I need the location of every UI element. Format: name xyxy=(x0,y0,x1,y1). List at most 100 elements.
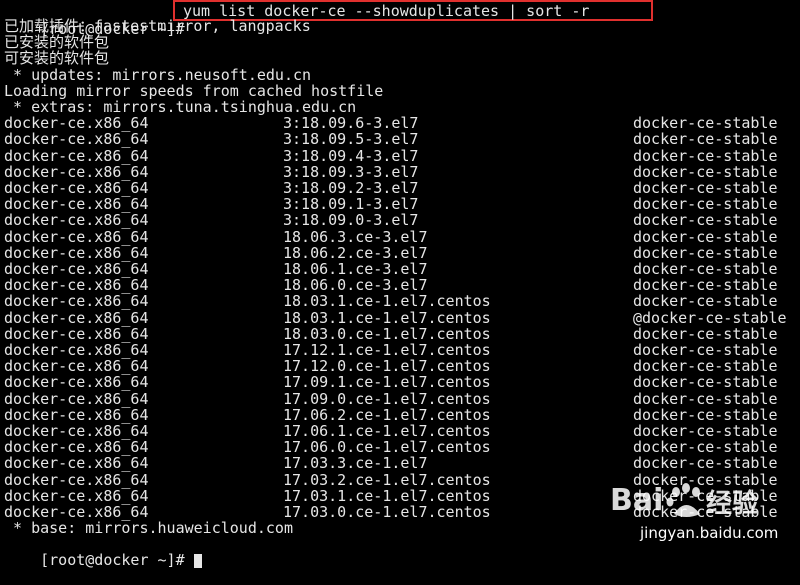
package-name: docker-ce.x86_64 xyxy=(4,470,149,489)
package-row: docker-ce.x86_64 3:18.09.1-3.el7 docker-ce… xyxy=(0,196,800,212)
package-row: docker-ce.x86_64 17.06.2.ce-1.el7.centos d… xyxy=(0,407,800,423)
watermark-url: jingyan.baidu.com xyxy=(640,524,779,542)
package-version: 3:18.09.5-3.el7 xyxy=(283,130,419,149)
package-name: docker-ce.x86_64 xyxy=(4,389,149,408)
package-name: docker-ce.x86_64 xyxy=(4,324,149,343)
package-version: 18.06.3.ce-3.el7 xyxy=(283,227,428,246)
package-version: 3:18.09.1-3.el7 xyxy=(283,195,419,214)
package-repo: docker-ce-stable xyxy=(633,373,778,392)
package-version: 17.06.1.ce-1.el7.centos xyxy=(283,422,491,440)
package-version: 18.06.0.ce-3.el7 xyxy=(283,276,428,295)
package-repo: docker-ce-stable xyxy=(633,454,778,473)
package-row: docker-ce.x86_64 3:18.09.0-3.el7 docker-ce… xyxy=(0,212,800,228)
package-row: docker-ce.x86_64 3:18.09.2-3.el7 docker-ce… xyxy=(0,180,800,196)
package-repo: docker-ce-stable xyxy=(633,130,778,149)
output-line: * updates: mirrors.neusoft.edu.cn xyxy=(4,65,312,84)
package-version: 3:18.09.2-3.el7 xyxy=(283,179,419,197)
package-row: docker-ce.x86_64 3:18.09.4-3.el7 docker-ce… xyxy=(0,148,800,164)
package-name: docker-ce.x86_64 xyxy=(4,292,149,311)
package-row: docker-ce.x86_64 17.12.1.ce-1.el7.centos d… xyxy=(0,342,800,358)
package-name: docker-ce.x86_64 xyxy=(4,260,149,278)
package-name: docker-ce.x86_64 xyxy=(4,146,149,165)
package-name: docker-ce.x86_64 xyxy=(4,130,149,149)
package-version: 3:18.09.3-3.el7 xyxy=(283,162,419,181)
package-repo: docker-ce-stable xyxy=(633,389,778,408)
package-repo: docker-ce-stable xyxy=(633,405,778,424)
cursor xyxy=(193,553,202,568)
package-row: docker-ce.x86_64 17.09.1.ce-1.el7.centos d… xyxy=(0,374,800,390)
package-version: 3:18.09.4-3.el7 xyxy=(283,146,419,165)
package-name: docker-ce.x86_64 xyxy=(4,276,149,295)
package-row: docker-ce.x86_64 18.03.0.ce-1.el7.centos d… xyxy=(0,326,800,342)
package-name: docker-ce.x86_64 xyxy=(4,243,149,262)
package-version: 18.06.1.ce-3.el7 xyxy=(283,260,428,278)
package-version: 18.03.1.ce-1.el7.centos xyxy=(283,292,491,311)
package-name: docker-ce.x86_64 xyxy=(4,486,149,505)
package-row: docker-ce.x86_64 18.06.2.ce-3.el7 docker-c… xyxy=(0,245,800,261)
package-repo: docker-ce-stable xyxy=(633,146,778,165)
package-row: docker-ce.x86_64 17.03.3.ce-1.el7 docker-c… xyxy=(0,455,800,471)
package-repo: docker-ce-stable xyxy=(633,292,778,311)
package-name: docker-ce.x86_64 xyxy=(4,211,149,230)
package-row: docker-ce.x86_64 18.06.0.ce-3.el7 docker-c… xyxy=(0,277,800,293)
package-repo: docker-ce-stable xyxy=(633,114,778,133)
package-repo: docker-ce-stable xyxy=(633,357,778,376)
package-name: docker-ce.x86_64 xyxy=(4,195,149,214)
package-name: docker-ce.x86_64 xyxy=(4,162,149,181)
package-name: docker-ce.x86_64 xyxy=(4,341,149,359)
package-repo: docker-ce-stable xyxy=(633,211,778,230)
package-name: docker-ce.x86_64 xyxy=(4,454,149,473)
package-name: docker-ce.x86_64 xyxy=(4,422,149,440)
package-version: 17.12.0.ce-1.el7.centos xyxy=(283,357,491,376)
output-footer-line: * base: mirrors.huaweicloud.com xyxy=(4,519,293,538)
package-version: 18.03.1.ce-1.el7.centos xyxy=(283,308,491,327)
package-version: 3:18.09.6-3.el7 xyxy=(283,114,419,133)
package-row: docker-ce.x86_64 18.03.1.ce-1.el7.centos d… xyxy=(0,293,800,309)
package-name: docker-ce.x86_64 xyxy=(4,373,149,392)
package-version: 17.09.1.ce-1.el7.centos xyxy=(283,373,491,392)
package-row: docker-ce.x86_64 18.06.1.ce-3.el7 docker-c… xyxy=(0,261,800,277)
package-repo: docker-ce-stable xyxy=(633,227,778,246)
package-name: docker-ce.x86_64 xyxy=(4,503,149,521)
package-version: 3:18.09.0-3.el7 xyxy=(283,211,419,230)
output-line: 已安装的软件包 xyxy=(4,33,110,52)
package-row: docker-ce.x86_64 18.03.1.ce-1.el7.centos @… xyxy=(0,310,800,326)
package-version: 17.03.1.ce-1.el7.centos xyxy=(283,486,491,505)
output-line: 可安装的软件包 xyxy=(4,49,110,68)
package-row: docker-ce.x86_64 3:18.09.6-3.el7 docker-ce… xyxy=(0,115,800,131)
package-row: docker-ce.x86_64 3:18.09.3-3.el7 docker-ce… xyxy=(0,164,800,180)
package-repo: docker-ce-stable xyxy=(633,276,778,295)
package-repo: docker-ce-stable xyxy=(633,438,778,457)
package-name: docker-ce.x86_64 xyxy=(4,438,149,457)
package-version: 17.06.2.ce-1.el7.centos xyxy=(283,405,491,424)
package-name: docker-ce.x86_64 xyxy=(4,179,149,197)
package-row: docker-ce.x86_64 17.12.0.ce-1.el7.centos d… xyxy=(0,358,800,374)
package-repo: docker-ce-stable xyxy=(633,243,778,262)
package-repo: docker-ce-stable xyxy=(633,162,778,181)
svg-text:Bai: Bai xyxy=(610,483,663,518)
output-line: Loading mirror speeds from cached hostfi… xyxy=(4,81,384,100)
package-name: docker-ce.x86_64 xyxy=(4,357,149,376)
package-name: docker-ce.x86_64 xyxy=(4,308,149,327)
package-row: docker-ce.x86_64 18.06.3.ce-3.el7 docker-c… xyxy=(0,229,800,245)
package-row: docker-ce.x86_64 3:18.09.5-3.el7 docker-ce… xyxy=(0,131,800,147)
package-version: 17.06.0.ce-1.el7.centos xyxy=(283,438,491,457)
package-version: 17.09.0.ce-1.el7.centos xyxy=(283,389,491,408)
package-repo: docker-ce-stable xyxy=(633,195,778,214)
package-version: 18.03.0.ce-1.el7.centos xyxy=(283,324,491,343)
package-repo: docker-ce-stable xyxy=(633,341,778,359)
baidu-jingyan-watermark: Bai 经验 jingyan.baidu.com xyxy=(610,478,790,548)
package-version: 17.12.1.ce-1.el7.centos xyxy=(283,341,491,359)
svg-text:经验: 经验 xyxy=(706,488,758,519)
package-row: docker-ce.x86_64 17.06.1.ce-1.el7.centos d… xyxy=(0,423,800,439)
package-repo: docker-ce-stable xyxy=(633,260,778,278)
package-version: 17.03.0.ce-1.el7.centos xyxy=(283,503,491,521)
terminal-window[interactable]: [root@docker ~]# yum list docker-ce --sh… xyxy=(0,0,800,568)
prompt-line-current[interactable]: [root@docker ~]# xyxy=(4,536,202,568)
package-row: docker-ce.x86_64 17.06.0.ce-1.el7.centos d… xyxy=(0,439,800,455)
output-line: 已加载插件：fastestmirror, langpacks xyxy=(4,17,311,35)
package-version: 18.06.2.ce-3.el7 xyxy=(283,243,428,262)
package-name: docker-ce.x86_64 xyxy=(4,405,149,424)
package-name: docker-ce.x86_64 xyxy=(4,227,149,246)
package-repo: docker-ce-stable xyxy=(633,422,778,440)
